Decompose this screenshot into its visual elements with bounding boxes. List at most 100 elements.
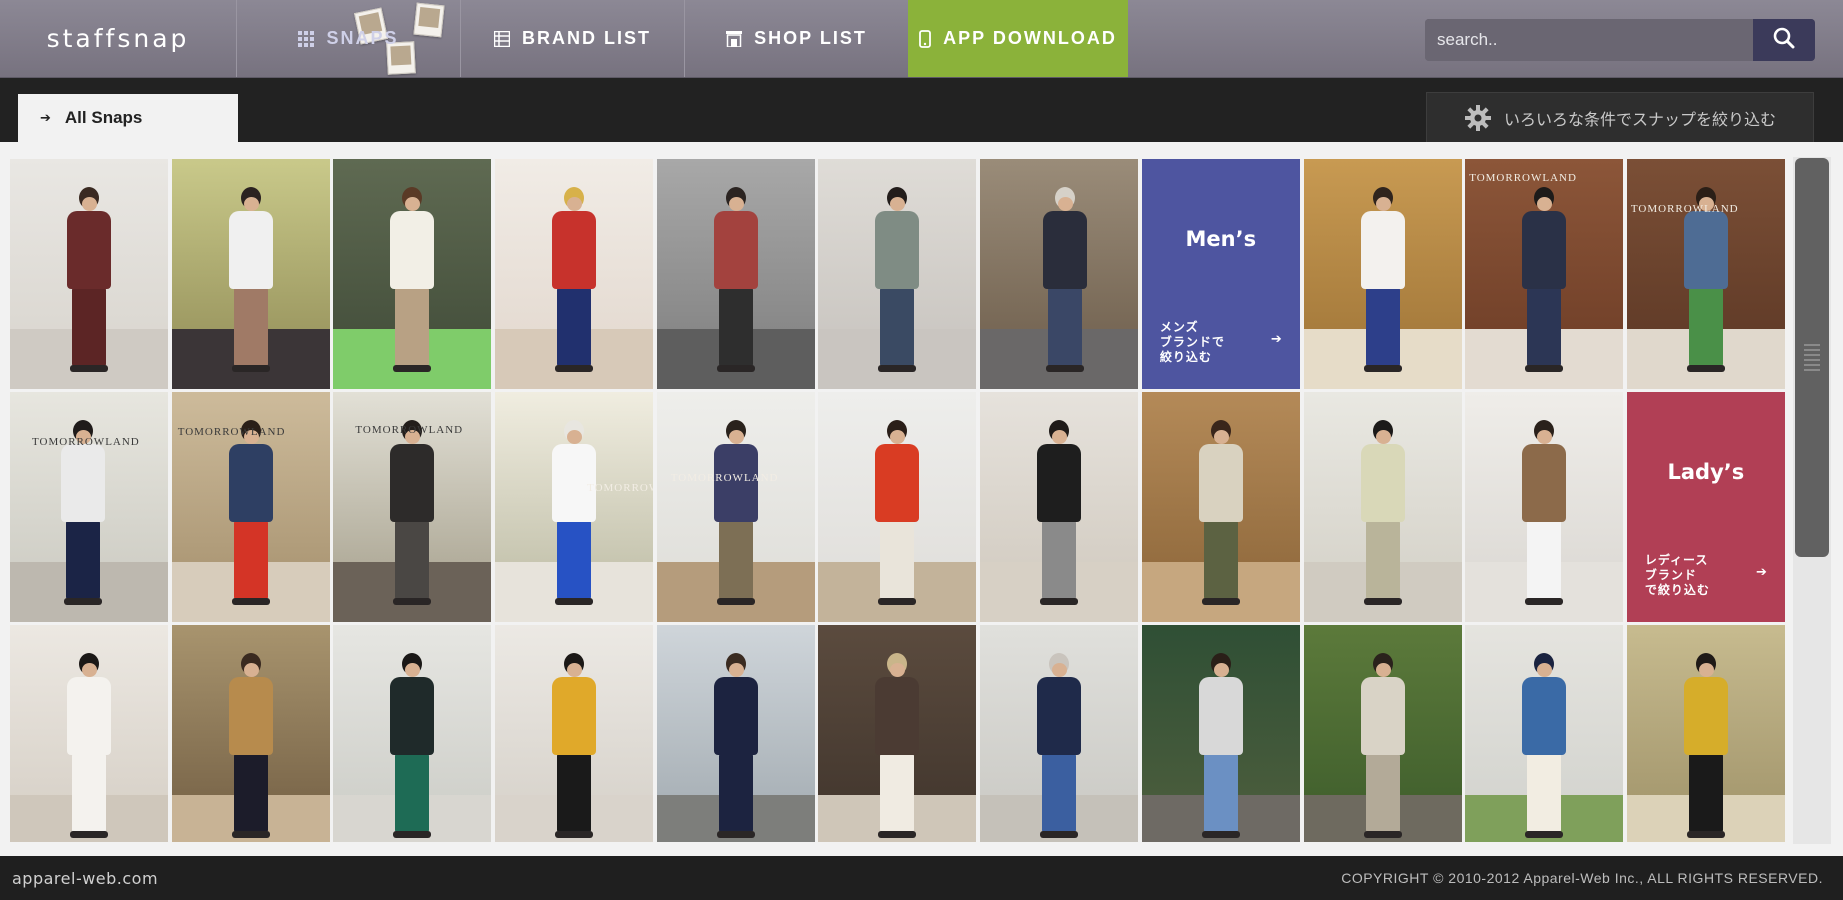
snap-photo[interactable] [980, 625, 1139, 842]
nav-snaps-label: SNAPS [326, 28, 399, 48]
snap-photo[interactable]: TOMORROWLAND [1465, 159, 1624, 389]
tomorrowland-wall-text: TOMORROWLAND [355, 424, 464, 436]
person-figure [728, 663, 744, 677]
nav-snaps[interactable]: SNAPS [236, 0, 460, 77]
tomorrowland-wall-text: TOMORROWLAND [1469, 172, 1577, 184]
snap-photo[interactable] [495, 625, 654, 842]
snap-photo[interactable] [1626, 625, 1785, 842]
person-figure [67, 211, 111, 289]
ladys-brand-filter-tile[interactable]: Lady’s レディース ブランド で絞り込む ➔ [1626, 392, 1785, 622]
sub-bar: ➔ All Snaps いろいろな条件でスナップを絞り込む [0, 78, 1843, 142]
snap-photo[interactable] [818, 392, 977, 622]
snap-photo[interactable]: TOMORROWLAND [333, 392, 492, 622]
person-figure [1037, 444, 1082, 522]
arrow-right-icon: ➔ [1270, 331, 1282, 346]
filter-conditions-label: いろいろな条件でスナップを絞り込む [1503, 111, 1776, 129]
person-figure [1213, 663, 1229, 677]
person-figure [713, 677, 758, 755]
person-figure [557, 287, 592, 367]
person-figure [890, 197, 906, 211]
site-logo[interactable]: staffsnap [0, 0, 236, 77]
person-figure [875, 444, 920, 522]
person-figure [1527, 287, 1562, 367]
snap-photo[interactable] [1303, 625, 1462, 842]
person-figure [1686, 365, 1725, 372]
filter-conditions-button[interactable]: いろいろな条件でスナップを絞り込む [1426, 92, 1814, 142]
person-figure [1527, 520, 1562, 600]
person-figure [567, 197, 583, 211]
person-figure [390, 677, 435, 755]
nav-shop-list[interactable]: SHOP LIST [684, 0, 908, 77]
tomorrowland-wall-text: TOMORROWLAND [32, 436, 140, 448]
person-figure [82, 663, 97, 677]
snap-photo[interactable] [171, 159, 330, 389]
snap-photo[interactable]: TOMORROWLAND [10, 392, 168, 622]
snap-photo[interactable] [656, 159, 815, 389]
snap-photo[interactable] [818, 159, 977, 389]
person-figure [1683, 211, 1728, 289]
person-figure [880, 520, 915, 600]
footer: apparel-web.com COPYRIGHT © 2010-2012 Ap… [0, 856, 1843, 900]
snap-photo[interactable] [656, 625, 815, 842]
snap-photo[interactable] [1141, 625, 1300, 842]
snap-photo[interactable] [980, 392, 1139, 622]
snap-photo[interactable]: TOMORROWLAND [656, 392, 815, 622]
person-figure [405, 197, 421, 211]
person-figure [890, 663, 906, 677]
search-button[interactable] [1753, 19, 1815, 61]
phone-icon [919, 29, 932, 48]
snap-photo[interactable] [333, 159, 492, 389]
mens-brand-filter-tile[interactable]: Men’s メンズ ブランドで 絞り込む ➔ [1141, 159, 1300, 389]
snap-photo[interactable] [10, 159, 168, 389]
person-figure [1363, 365, 1402, 372]
ladys-title: Lady’s [1667, 460, 1745, 484]
person-figure [567, 430, 583, 444]
person-figure [1525, 831, 1564, 838]
search-input[interactable] [1425, 19, 1753, 61]
person-figure [716, 831, 755, 838]
person-figure [1365, 520, 1400, 600]
app-window: staffsnap SNAPS BRAND LIST SHOP LIST APP… [0, 0, 1843, 900]
snap-photo[interactable]: TOMORROWLAND [1626, 159, 1785, 389]
snap-photo[interactable] [495, 159, 654, 389]
person-figure [555, 598, 594, 605]
snap-photo[interactable] [1303, 159, 1462, 389]
person-figure [231, 598, 270, 605]
nav-brand-list[interactable]: BRAND LIST [460, 0, 684, 77]
nav-app-download[interactable]: APP DOWNLOAD [908, 0, 1128, 77]
snap-photo[interactable] [10, 625, 168, 842]
person-figure [1688, 753, 1723, 833]
person-figure [1198, 444, 1243, 522]
snap-photo[interactable] [1303, 392, 1462, 622]
snap-photo[interactable] [1141, 392, 1300, 622]
person-figure [72, 287, 106, 367]
tab-all-snaps[interactable]: ➔ All Snaps [18, 94, 238, 142]
search-bar [1425, 19, 1815, 61]
person-figure [552, 211, 597, 289]
snap-photo[interactable] [333, 625, 492, 842]
person-figure [70, 365, 108, 372]
snap-photo[interactable] [818, 625, 977, 842]
person-figure [1525, 598, 1564, 605]
person-figure [393, 365, 432, 372]
person-figure [1522, 211, 1567, 289]
person-figure [718, 520, 753, 600]
person-figure [1527, 753, 1562, 833]
person-figure [1052, 663, 1068, 677]
person-figure [1363, 831, 1402, 838]
footer-logo[interactable]: apparel-web.com [12, 856, 158, 900]
snap-photo[interactable]: TOMORROWLAND [495, 392, 654, 622]
snap-photo[interactable]: TOMORROWLAND [171, 392, 330, 622]
snap-photo[interactable] [1465, 392, 1624, 622]
person-figure [1363, 598, 1402, 605]
snap-photo[interactable] [171, 625, 330, 842]
snap-photo[interactable] [980, 159, 1139, 389]
person-figure [1537, 197, 1553, 211]
person-figure [878, 598, 917, 605]
person-figure [1525, 365, 1564, 372]
snap-photo[interactable] [1465, 625, 1624, 842]
person-figure [233, 520, 268, 600]
person-figure [1365, 287, 1400, 367]
person-figure [1537, 663, 1553, 677]
person-figure [1537, 430, 1553, 444]
